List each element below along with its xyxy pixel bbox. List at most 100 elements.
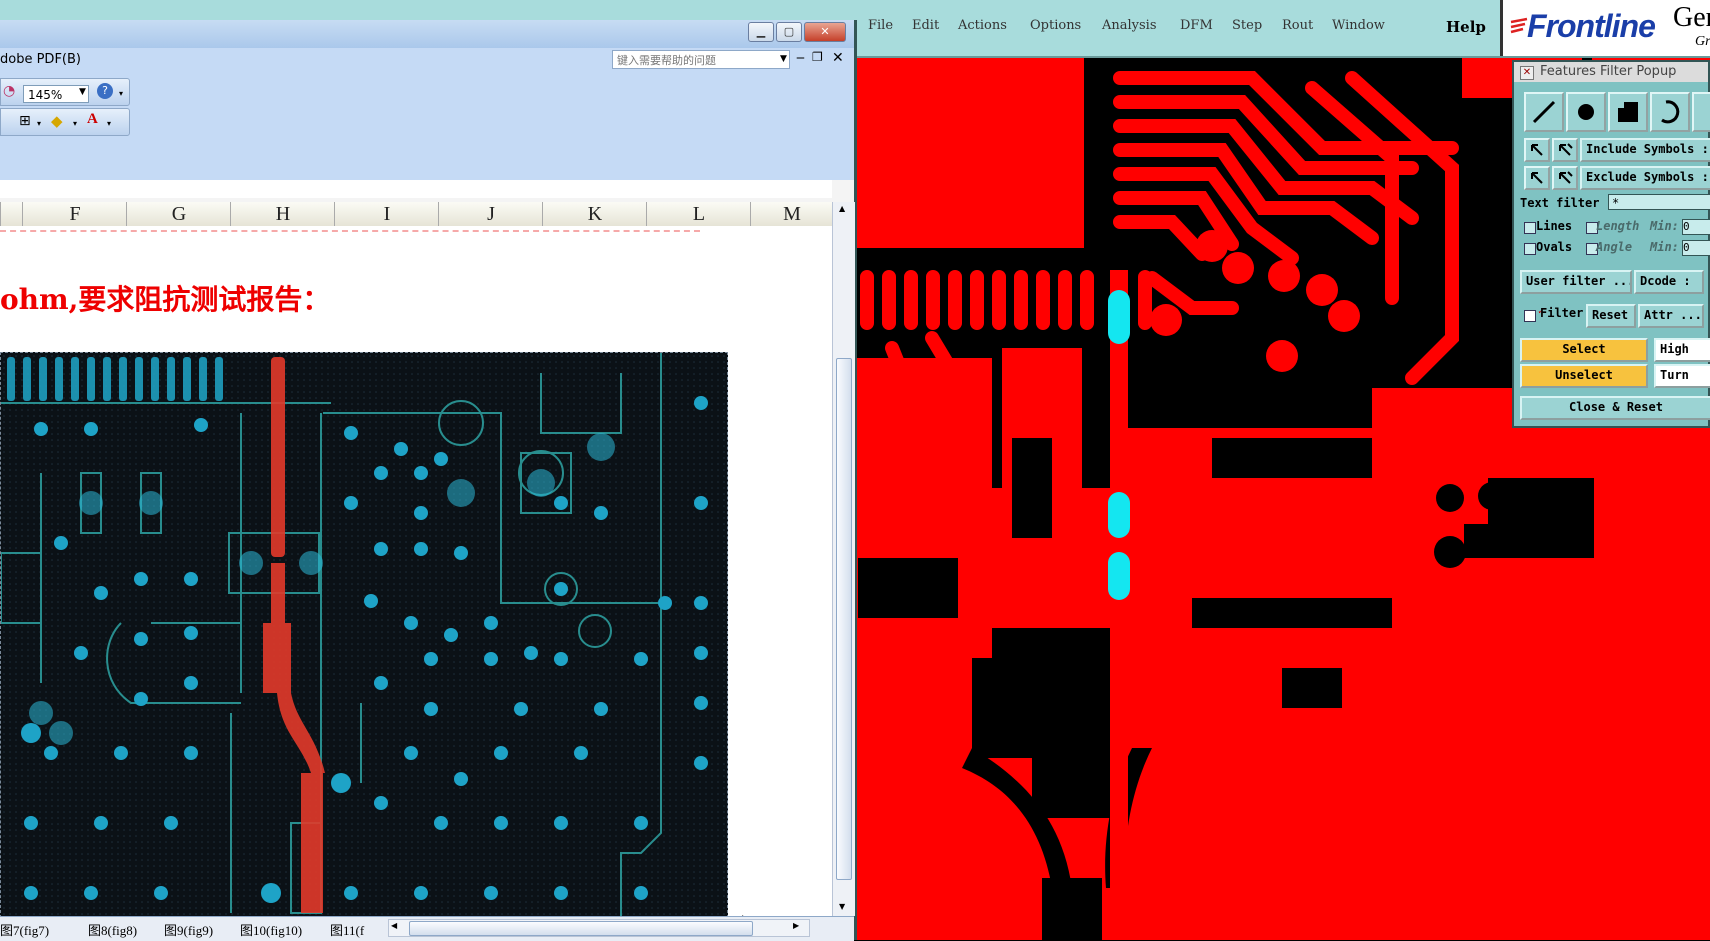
excel-menubar: dobe PDF(B) 键入需要帮助的问题 ▼ ‒ ❐ ✕ (0, 48, 854, 72)
menu-adobe-pdf[interactable]: dobe PDF(B) (0, 52, 81, 67)
lines-checkbox[interactable] (1524, 222, 1536, 234)
sheet-tab-fig8[interactable]: 图8(fig8) (88, 920, 137, 939)
sheet-tab-fig7[interactable]: 图7(fig7) (0, 920, 49, 939)
column-header-f[interactable]: F (22, 202, 127, 226)
zoom-dropdown-icon[interactable]: ▼ (79, 87, 86, 97)
fill-color-icon[interactable]: ◆ (51, 112, 63, 130)
fill-dropdown-icon[interactable]: ▾ (73, 119, 77, 128)
turn-button[interactable]: Turn (1654, 364, 1710, 388)
cam-menu-help[interactable]: Help (1446, 18, 1486, 36)
arrow-cross-icon (1559, 171, 1573, 184)
vertical-scroll-thumb[interactable] (836, 358, 852, 880)
help-dropdown-icon[interactable]: ▼ (780, 54, 787, 64)
help-icon[interactable]: ? (97, 83, 113, 99)
minimize-button[interactable]: ▁ (748, 22, 774, 42)
exclude-pick-button-2[interactable] (1552, 166, 1578, 190)
pcb-image-drawing (1, 353, 727, 916)
logo-brand: Frontline (1527, 8, 1656, 44)
column-header-k[interactable]: K (542, 202, 647, 226)
exclude-symbols-button[interactable]: Exclude Symbols : (1580, 166, 1710, 190)
popup-close-icon[interactable]: ✕ (1520, 66, 1534, 80)
excel-titlebar[interactable]: ▁ ▢ ✕ (0, 20, 854, 48)
borders-icon[interactable]: ⊞ (19, 113, 31, 129)
embedded-pcb-image[interactable] (0, 352, 728, 916)
doc-close-icon[interactable]: ✕ (832, 50, 844, 66)
length-min-input[interactable]: 0 (1682, 219, 1710, 235)
unselect-button[interactable]: Unselect (1520, 364, 1648, 388)
maximize-button[interactable]: ▢ (776, 22, 802, 42)
column-header-h[interactable]: H (230, 202, 335, 226)
chart-wizard-icon[interactable]: ◔ (3, 83, 15, 99)
column-headers: F G H I J K L M (0, 202, 832, 227)
arrow-nw-icon (1531, 172, 1543, 184)
borders-dropdown-icon[interactable]: ▾ (37, 119, 41, 128)
cam-menu-rout[interactable]: Rout (1282, 18, 1313, 33)
include-symbols-button[interactable]: Include Symbols : (1580, 138, 1710, 162)
cam-menu-edit[interactable]: Edit (912, 18, 939, 33)
column-header-m[interactable]: M (750, 202, 833, 226)
surface-shape-button[interactable] (1608, 92, 1648, 132)
line-shape-button[interactable] (1524, 92, 1564, 132)
pad-shape-button[interactable] (1566, 92, 1606, 132)
angle-min-label: Min: (1650, 240, 1679, 254)
horizontal-scroll-thumb[interactable] (409, 921, 753, 936)
cam-menu-options[interactable]: Options (1030, 18, 1081, 33)
select-button[interactable]: Select (1520, 338, 1648, 362)
popup-title: Features Filter Popup (1540, 64, 1677, 79)
attr-button[interactable]: Attr ... (1638, 304, 1704, 328)
horizontal-scrollbar[interactable]: ◀ ▶ (388, 919, 810, 937)
user-filter-button[interactable]: User filter ... (1520, 270, 1632, 294)
ovals-label: Ovals (1536, 240, 1573, 254)
include-pick-button-2[interactable] (1552, 138, 1578, 162)
sheet-tab-fig10[interactable]: 图10(fig10) (240, 920, 302, 939)
cam-menu-file[interactable]: File (868, 18, 893, 33)
scroll-down-icon[interactable]: ▼ (839, 902, 845, 911)
worksheet-cells[interactable]: ohm,要求阻抗测试报告： (0, 226, 832, 916)
scroll-left-icon[interactable]: ◀ (391, 921, 397, 930)
cam-menu-analysis[interactable]: Analysis (1102, 18, 1157, 33)
ovals-checkbox[interactable] (1524, 243, 1536, 255)
column-header-i[interactable]: I (334, 202, 439, 226)
dcode-button[interactable]: Dcode : (1634, 270, 1704, 294)
angle-min-input[interactable]: 0 (1682, 240, 1710, 256)
column-header-j[interactable]: J (438, 202, 543, 226)
formula-bar-area (0, 180, 832, 198)
text-shape-button[interactable] (1692, 92, 1710, 132)
font-color-icon[interactable]: A (87, 111, 98, 128)
cam-menu-step[interactable]: Step (1232, 18, 1262, 33)
popup-titlebar[interactable]: ✕ Features Filter Popup (1514, 62, 1708, 82)
column-header-partial[interactable] (0, 202, 23, 226)
cam-menu-dfm[interactable]: DFM (1180, 18, 1213, 33)
reset-button[interactable]: Reset (1586, 304, 1636, 328)
filter-checkbox[interactable] (1524, 310, 1536, 322)
cam-menu-actions[interactable]: Actions (958, 18, 1007, 33)
features-filter-popup: ✕ Features Filter Popup Include Symbols … (1512, 60, 1710, 428)
highlight-button[interactable]: High (1654, 338, 1710, 362)
sheet-tab-fig9[interactable]: 图9(fig9) (164, 920, 213, 939)
close-button[interactable]: ✕ (804, 22, 846, 42)
close-reset-button[interactable]: Close & Reset (1520, 396, 1710, 420)
font-color-dropdown-icon[interactable]: ▾ (107, 119, 111, 128)
column-header-g[interactable]: G (126, 202, 231, 226)
doc-restore-icon[interactable]: ❐ (812, 50, 823, 64)
pad-icon (1578, 104, 1594, 120)
logo-swoosh-icon (1510, 17, 1528, 34)
arc-shape-button[interactable] (1650, 92, 1690, 132)
scroll-up-icon[interactable]: ▲ (839, 204, 845, 213)
include-pick-button[interactable] (1524, 138, 1550, 162)
scroll-right-icon[interactable]: ▶ (793, 921, 799, 930)
excel-window: ▁ ▢ ✕ dobe PDF(B) 键入需要帮助的问题 ▼ ‒ ❐ ✕ ◔ 14… (0, 20, 857, 941)
help-search-input[interactable]: 键入需要帮助的问题 (612, 50, 790, 69)
length-min-label: Min: (1650, 219, 1679, 233)
column-header-l[interactable]: L (646, 202, 751, 226)
length-label: Length (1596, 219, 1640, 233)
vertical-scrollbar[interactable]: ▲ ▼ (832, 202, 855, 916)
sheet-tab-fig11[interactable]: 图11(f (330, 920, 364, 939)
maximize-icon: ▢ (783, 25, 795, 38)
doc-minimize-icon[interactable]: ‒ (796, 50, 805, 66)
cam-menu-window[interactable]: Window (1332, 18, 1385, 33)
exclude-pick-button[interactable] (1524, 166, 1550, 190)
toolbar-options-icon[interactable]: ▾ (119, 89, 123, 98)
formatting-toolbar: ⊞ ▾ ◆ ▾ A ▾ (0, 108, 130, 136)
text-filter-input[interactable]: * (1608, 194, 1710, 210)
